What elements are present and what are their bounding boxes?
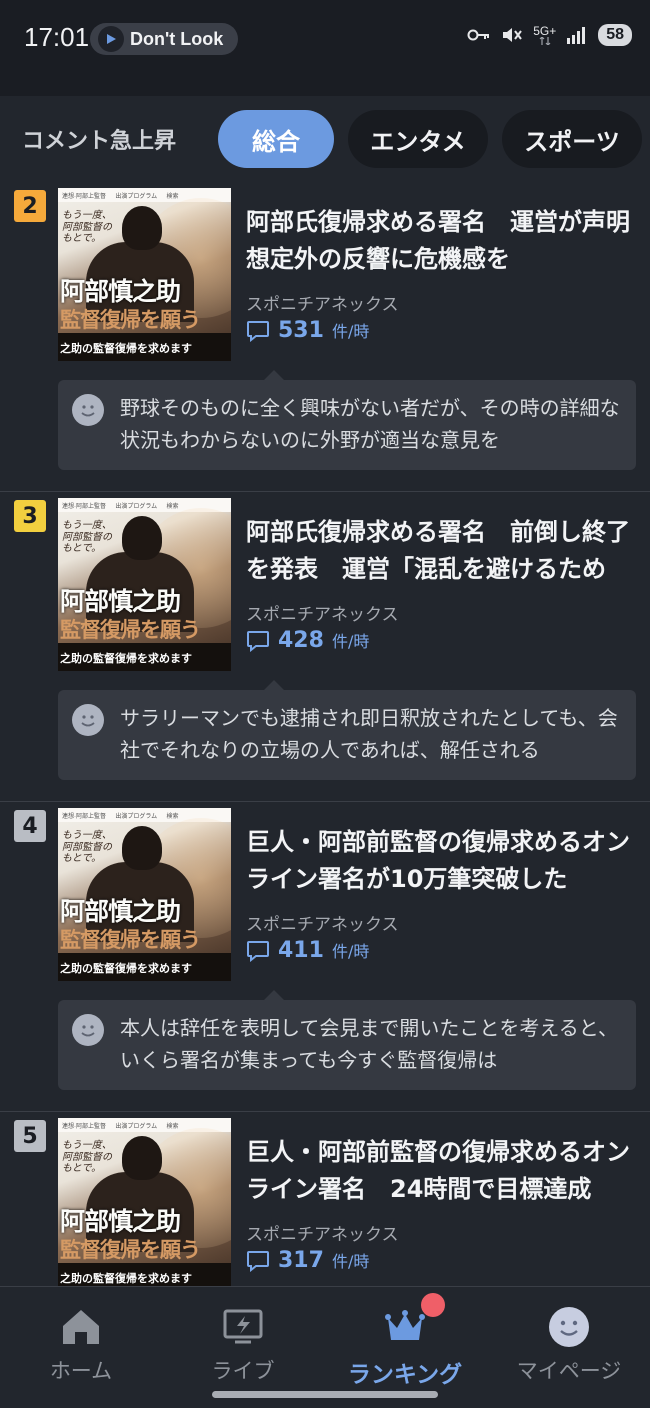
bottom-navigation: ホーム ライブ ランキング マイページ xyxy=(0,1286,650,1408)
status-time: 17:01 xyxy=(24,22,90,52)
rank-badge: 3 xyxy=(14,500,46,532)
smiley-avatar-icon xyxy=(72,704,104,736)
comment-rate: 531 件/時 xyxy=(246,318,369,343)
notification-dot xyxy=(421,1293,445,1317)
comment-text: 野球そのものに全く興味がない者だが、その時の詳細な状況もわからないのに外野が適当… xyxy=(120,396,620,452)
article-source: スポニチアネックス xyxy=(246,1225,399,1245)
comment-bubble-icon xyxy=(247,320,269,342)
comment-rate: 411 件/時 xyxy=(246,938,369,963)
nav-label: ランキング xyxy=(347,1362,463,1388)
live-icon xyxy=(221,1305,265,1349)
comment-rate: 428 件/時 xyxy=(246,628,369,653)
comment-count: 317 xyxy=(278,1248,324,1273)
key-icon xyxy=(467,29,490,41)
list-item[interactable]: 3 連想·阿部上監督 出演プログラム 検索 もう一度、 阿部監督の もとで。 阿… xyxy=(0,492,650,802)
smiley-avatar-icon xyxy=(72,394,104,426)
list-item[interactable]: 4 連想·阿部上監督 出演プログラム 検索 もう一度、 阿部監督の もとで。 阿… xyxy=(0,802,650,1112)
section-title: コメント急上昇 xyxy=(22,129,177,154)
signal-icon xyxy=(567,27,586,44)
article-title[interactable]: 阿部氏復帰求める署名 前倒し終了を発表 運営「混乱を避けるため xyxy=(246,514,638,588)
nav-live[interactable]: ライブ xyxy=(168,1305,318,1385)
comment-count-unit: 件/時 xyxy=(331,1252,370,1271)
rank-badge: 5 xyxy=(14,1120,46,1152)
article-thumbnail[interactable]: 連想·阿部上監督 出演プログラム 検索 もう一度、 阿部監督の もとで。 阿部慎… xyxy=(58,498,231,671)
top-comment[interactable]: 本人は辞任を表明して会見まで開いたことを考えると、いくら署名が集まっても今すぐ監… xyxy=(58,990,636,1090)
comment-text: 本人は辞任を表明して会見まで開いたことを考えると、いくら署名が集まっても今すぐ監… xyxy=(120,1016,618,1072)
tab-entertainment[interactable]: エンタメ xyxy=(348,110,488,168)
nav-label: ライブ xyxy=(211,1359,275,1383)
crown-icon xyxy=(383,1293,445,1349)
comment-text: サラリーマンでも逮捕され即日釈放されたとしても、会社でそれなりの立場の人であれば… xyxy=(120,706,618,762)
article-title[interactable]: 阿部氏復帰求める署名 運営が声明 想定外の反響に危機感を xyxy=(246,204,638,278)
tab-overall[interactable]: 総合 xyxy=(218,110,334,168)
comment-bubble-icon xyxy=(247,630,269,652)
article-thumbnail[interactable]: 連想·阿部上監督 出演プログラム 検索 もう一度、 阿部監督の もとで。 阿部慎… xyxy=(58,188,231,361)
rank-badge: 2 xyxy=(14,190,46,222)
mute-icon xyxy=(503,28,522,42)
gesture-bar[interactable] xyxy=(212,1391,438,1398)
comment-count: 428 xyxy=(278,628,324,653)
article-source: スポニチアネックス xyxy=(246,295,399,315)
comment-count-unit: 件/時 xyxy=(331,632,370,651)
smiley-avatar-icon xyxy=(72,1014,104,1046)
nav-label: ホーム xyxy=(49,1359,113,1383)
comment-bubble-icon xyxy=(247,940,269,962)
top-comment[interactable]: 野球そのものに全く興味がない者だが、その時の詳細な状況もわからないのに外野が適当… xyxy=(58,370,636,470)
now-playing-label: Don't Look xyxy=(130,28,224,49)
battery-icon: 58 xyxy=(598,24,632,46)
comment-count: 411 xyxy=(278,938,324,963)
tab-sports[interactable]: スポーツ xyxy=(502,110,642,168)
nav-label: マイページ xyxy=(516,1359,622,1383)
nav-mypage[interactable]: マイページ xyxy=(494,1305,644,1385)
comment-count-unit: 件/時 xyxy=(331,942,370,961)
home-icon xyxy=(59,1305,103,1349)
comment-rate: 317 件/時 xyxy=(246,1248,369,1273)
nav-ranking[interactable]: ランキング xyxy=(330,1293,480,1389)
status-bar: 17:01 Don't Look 5G+ 58 xyxy=(0,0,650,96)
comment-bubble-icon xyxy=(247,1250,269,1272)
article-thumbnail[interactable]: 連想·阿部上監督 出演プログラム 検索 もう一度、 阿部監督の もとで。 阿部慎… xyxy=(58,1118,231,1291)
status-icons: 5G+ 58 xyxy=(467,24,632,46)
nav-home[interactable]: ホーム xyxy=(6,1305,156,1385)
article-thumbnail[interactable]: 連想·阿部上監督 出演プログラム 検索 もう一度、 阿部監督の もとで。 阿部慎… xyxy=(58,808,231,981)
comment-count-unit: 件/時 xyxy=(331,322,370,341)
network-type: 5G+ xyxy=(533,25,556,45)
rank-badge: 4 xyxy=(14,810,46,842)
smiley-icon xyxy=(547,1305,591,1349)
top-comment[interactable]: サラリーマンでも逮捕され即日釈放されたとしても、会社でそれなりの立場の人であれば… xyxy=(58,680,636,780)
now-playing-chip[interactable]: Don't Look xyxy=(90,23,238,55)
article-title[interactable]: 巨人・阿部前監督の復帰求めるオンライン署名 24時間で目標達成 xyxy=(246,1134,638,1208)
category-tabs: コメント急上昇 総合 エンタメ スポーツ xyxy=(0,96,650,182)
play-icon xyxy=(98,26,124,52)
article-source: スポニチアネックス xyxy=(246,915,399,935)
article-source: スポニチアネックス xyxy=(246,605,399,625)
comment-count: 531 xyxy=(278,318,324,343)
list-item[interactable]: 2 連想·阿部上監督 出演プログラム 検索 もう一度、 阿部監督の もとで。 阿… xyxy=(0,182,650,492)
ranking-list: 2 連想·阿部上監督 出演プログラム 検索 もう一度、 阿部監督の もとで。 阿… xyxy=(0,182,650,1408)
article-title[interactable]: 巨人・阿部前監督の復帰求めるオンライン署名が10万筆突破した xyxy=(246,824,638,898)
